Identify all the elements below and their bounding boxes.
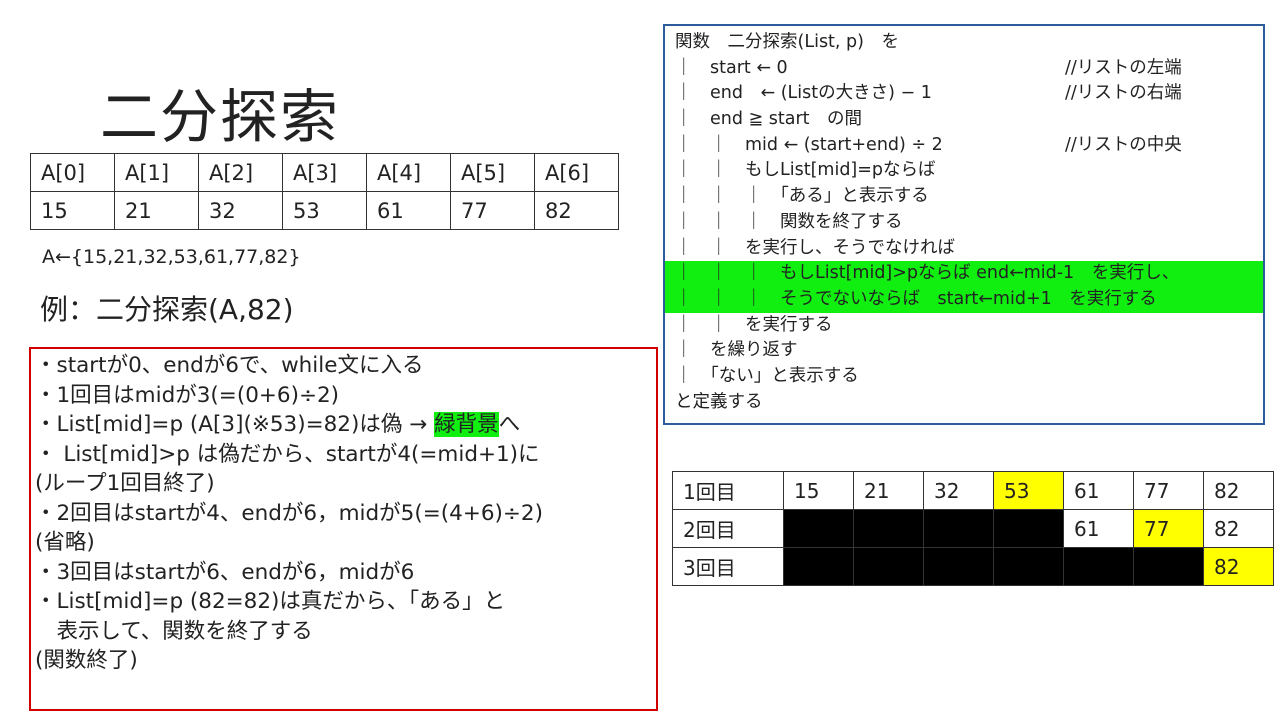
trace-cell: 32 (923, 471, 994, 510)
trace-cell: 82 (1203, 471, 1274, 510)
explanation-box: ・startが0、endが6で、while文に入る ・1回目はmidが3(=(0… (29, 347, 658, 711)
array-value-cell: 82 (534, 191, 619, 230)
trace-cell: 82 (1203, 509, 1274, 548)
code-line: ｜ end ≧ start の間 (675, 107, 1253, 133)
explanation-line: ・3回目はstartが6、endが6，midが6 (35, 559, 415, 585)
explanation-line: ・ List[mid]>p は偽だから、startが4(=mid+1)に (35, 441, 540, 467)
array-header-cell: A[5] (450, 153, 535, 192)
array-value-cell: 53 (282, 191, 367, 230)
code-line-highlighted: ｜ ｜ ｜ もしList[mid]>pならば end←mid-1 を実行し、 (665, 261, 1263, 287)
trace-cell-excluded (783, 547, 854, 586)
code-line: と定義する (675, 390, 1253, 416)
code-text: ｜ ｜ ｜ 「ある」と表示する (675, 186, 929, 207)
trace-cell-excluded (993, 509, 1064, 548)
array-value-cell: 32 (198, 191, 283, 230)
code-line: ｜ start ← 0 //リストの左端 (675, 56, 1253, 82)
code-line: ｜ ｜ もしList[mid]=pならば (675, 158, 1253, 184)
slide-title: 二分探索 (100, 83, 341, 151)
code-comment: //リストの右端 (1065, 83, 1182, 104)
explanation-line-text: ・List[mid]=p (A[3](※53)=82)は偽 → (35, 412, 435, 437)
trace-row: 1回目 15 21 32 53 61 77 82 (672, 471, 1274, 510)
code-line: ｜ ｜ ｜ 「ある」と表示する (675, 184, 1253, 210)
trace-cell-excluded (853, 547, 924, 586)
explanation-line: ・startが0、endが6で、while文に入る (35, 353, 424, 378)
code-text: ｜ start ← 0 (675, 57, 788, 78)
trace-cell-mid: 77 (1133, 509, 1204, 548)
trace-cell: 61 (1063, 471, 1134, 510)
code-text: と定義する (675, 391, 763, 412)
trace-row-label: 3回目 (672, 547, 784, 586)
code-text: ｜ end ← (Listの大きさ) − 1 (675, 83, 932, 104)
array-assignment: A←{15,21,32,53,61,77,82} (42, 246, 301, 268)
array-header-cell: A[2] (198, 153, 283, 192)
code-line: ｜ ｜ mid ← (start+end) ÷ 2 //リストの中央 (675, 133, 1253, 159)
trace-cell-mid: 53 (993, 471, 1064, 510)
array-value-cell: 21 (114, 191, 199, 230)
code-text: 関数 二分探索(List, p) を (675, 32, 899, 52)
example-call: 例：二分探索(A,82) (40, 293, 294, 326)
code-line: ｜ ｜ ｜ 関数を終了する (675, 210, 1253, 236)
explanation-line: (ループ1回目終了) (35, 471, 215, 496)
explanation-line: (関数終了) (35, 648, 138, 673)
trace-table: 1回目 15 21 32 53 61 77 82 2回目 61 77 82 3回… (672, 471, 1274, 586)
code-line: ｜ end ← (Listの大きさ) − 1 //リストの右端 (675, 81, 1253, 107)
trace-cell: 21 (853, 471, 924, 510)
array-header-cell: A[3] (282, 153, 367, 192)
trace-row: 2回目 61 77 82 (672, 509, 1274, 548)
explanation-line-suffix: へ (498, 412, 521, 437)
trace-cell-excluded (1133, 547, 1204, 586)
code-line: ｜ ｜ を実行する (675, 313, 1253, 339)
array-header-cell: A[6] (534, 153, 619, 192)
explanation-line: (省略) (35, 530, 95, 555)
code-comment: //リストの中央 (1065, 134, 1182, 155)
code-line: ｜ 「ない」と表示する (675, 364, 1253, 390)
trace-row-label: 2回目 (672, 509, 784, 548)
trace-row-label: 1回目 (672, 471, 784, 510)
trace-cell-mid: 82 (1203, 547, 1274, 586)
explanation-line: ・1回目はmidが3(=(0+6)÷2) (35, 382, 340, 408)
array-value-cell: 61 (366, 191, 451, 230)
trace-cell-excluded (923, 509, 994, 548)
code-line: 関数 二分探索(List, p) を (675, 30, 1253, 56)
code-text: ｜ を繰り返す (675, 340, 798, 361)
code-line-highlighted: ｜ ｜ ｜ そうでないならば start←mid+1 を実行する (665, 286, 1263, 313)
green-background-highlight: 緑背景 (434, 412, 499, 437)
trace-cell: 15 (783, 471, 854, 510)
code-text: ｜ ｜ もしList[mid]=pならば (675, 160, 936, 181)
trace-row: 3回目 82 (672, 547, 1274, 586)
code-line: ｜ を繰り返す (675, 338, 1253, 364)
array-header-row: A[0] A[1] A[2] A[3] A[4] A[5] A[6] (30, 153, 619, 192)
trace-cell-excluded (1063, 547, 1134, 586)
code-text: ｜ end ≧ start の間 (675, 109, 863, 130)
code-comment: //リストの左端 (1065, 57, 1182, 78)
explanation-line: 表示して、関数を終了する (35, 618, 313, 644)
array-header-cell: A[0] (30, 153, 115, 192)
trace-cell: 77 (1133, 471, 1204, 510)
code-text: ｜ ｜ ｜ もしList[mid]>pならば end←mid-1 を実行し、 (675, 263, 1180, 284)
trace-cell: 61 (1063, 509, 1134, 548)
explanation-line: ・List[mid]=p (A[3](※53)=82)は偽 → 緑背景へ (35, 410, 652, 440)
code-text: ｜ ｜ mid ← (start+end) ÷ 2 (675, 134, 943, 155)
trace-cell-excluded (993, 547, 1064, 586)
code-text: ｜ ｜ ｜ 関数を終了する (675, 211, 903, 232)
code-text: ｜ ｜ ｜ そうでないならば start←mid+1 を実行する (675, 288, 1157, 309)
array-header-cell: A[1] (114, 153, 199, 192)
trace-cell-excluded (783, 509, 854, 548)
code-text: ｜ ｜ を実行し、そうでなければ (675, 237, 955, 258)
explanation-line: ・2回目はstartが4、endが6，midが5(=(4+6)÷2) (35, 500, 543, 526)
explanation-line: ・List[mid]=p (82=82)は真だから、「ある」と (35, 589, 506, 614)
array-table: A[0] A[1] A[2] A[3] A[4] A[5] A[6] 15 21… (30, 153, 619, 230)
code-text: ｜ 「ない」と表示する (675, 365, 859, 386)
array-header-cell: A[4] (366, 153, 451, 192)
code-line: ｜ ｜ を実行し、そうでなければ (675, 236, 1253, 262)
array-value-cell: 77 (450, 191, 535, 230)
trace-cell-excluded (853, 509, 924, 548)
array-value-cell: 15 (30, 191, 115, 230)
pseudocode-box: 関数 二分探索(List, p) を ｜ start ← 0 //リストの左端 ｜… (663, 24, 1265, 425)
code-text: ｜ ｜ を実行する (675, 314, 833, 335)
array-value-row: 15 21 32 53 61 77 82 (30, 191, 619, 230)
trace-cell-excluded (923, 547, 994, 586)
